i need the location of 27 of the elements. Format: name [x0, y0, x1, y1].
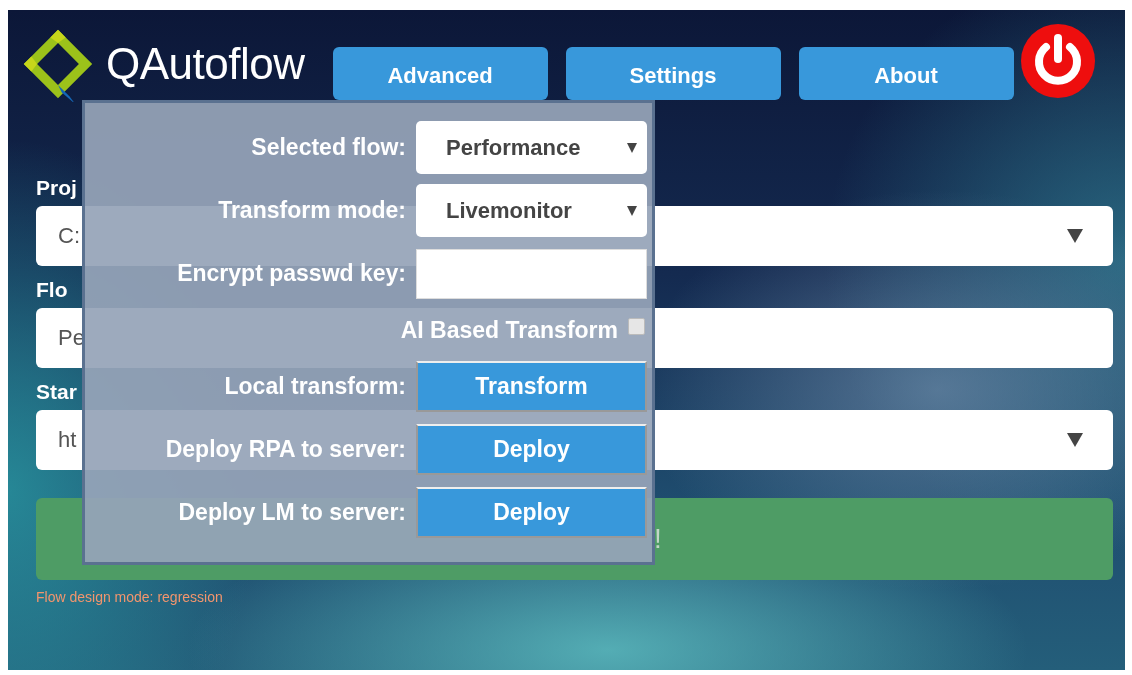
option-label: Local transform: — [224, 373, 406, 400]
option-label: AI Based Transform — [400, 316, 618, 344]
input-field[interactable] — [416, 248, 647, 299]
app-logo-text: QAutoflow — [106, 39, 305, 89]
caret-icon — [1067, 229, 1083, 243]
caret-icon — [1067, 433, 1083, 447]
action-button[interactable]: Transform — [416, 361, 647, 412]
option-label: Deploy RPA to server: — [165, 436, 406, 463]
field-label: Proj — [36, 176, 77, 200]
caret-icon — [627, 142, 637, 153]
nav-button[interactable]: About — [798, 46, 1014, 100]
field-label: Star — [36, 380, 77, 404]
nav-button[interactable]: Settings — [565, 46, 781, 100]
action-button[interactable]: Deploy — [416, 487, 647, 538]
dropdown-field[interactable]: Livemonitor — [416, 184, 647, 237]
status-text: Flow design mode: regression — [36, 589, 223, 605]
option-label: Deploy LM to server: — [178, 499, 406, 526]
action-button[interactable]: Deploy — [416, 424, 647, 475]
option-label: Selected flow: — [251, 134, 406, 161]
field-label: Flo — [36, 278, 68, 302]
power-icon[interactable] — [1019, 23, 1096, 99]
option-label: Transform mode: — [218, 197, 406, 224]
option-label: Encrypt passwd key: — [177, 260, 406, 287]
dropdown-field[interactable]: Performance — [416, 121, 647, 174]
nav-button[interactable]: Advanced — [332, 46, 548, 100]
checkbox[interactable] — [628, 318, 645, 335]
caret-icon — [627, 205, 637, 216]
